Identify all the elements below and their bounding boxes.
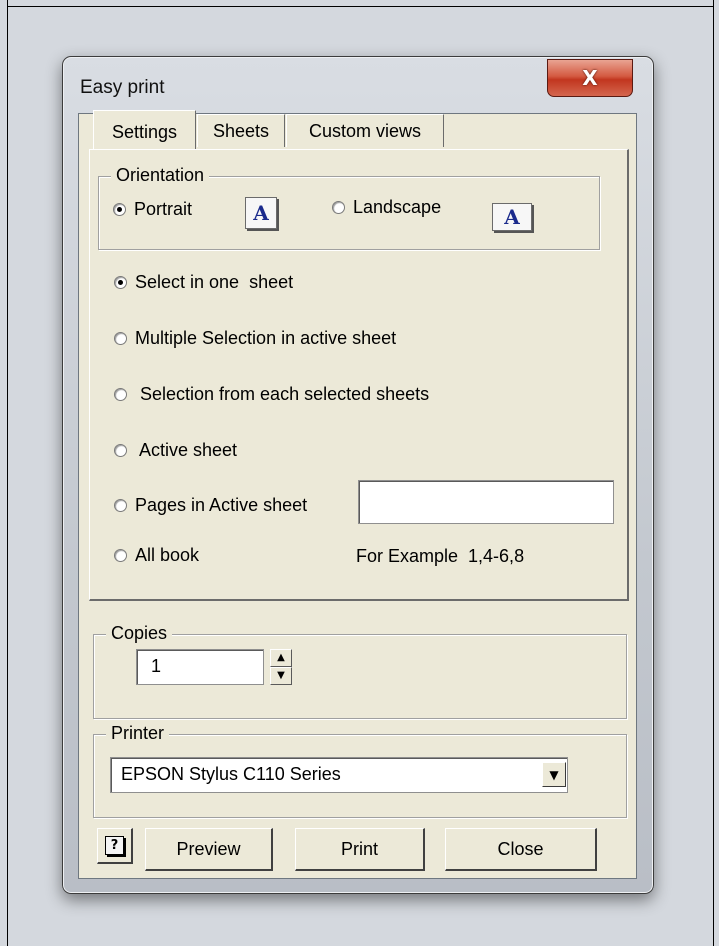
printer-dropdown-arrow[interactable]: ▼ [542, 762, 566, 787]
orientation-group: Orientation Portrait A Landscape A [98, 165, 600, 250]
portrait-icon-glyph: A [253, 201, 269, 225]
tab-sheets[interactable]: Sheets [197, 114, 285, 147]
option-label: Pages in Active sheet [135, 495, 308, 515]
print-button[interactable]: Print [295, 828, 425, 871]
landscape-radio[interactable]: Landscape [332, 197, 441, 218]
copies-legend: Copies [106, 623, 173, 644]
radio-select-in-one-sheet[interactable]: Select in one sheet [114, 272, 293, 293]
landscape-icon-glyph: A [504, 205, 520, 229]
close-button[interactable]: Close [445, 828, 597, 871]
option-label: Multiple Selection in active sheet [135, 328, 397, 348]
radio-active-sheet[interactable]: Active sheet [114, 440, 237, 461]
pages-input[interactable] [358, 480, 614, 524]
pages-example-text: For Example 1,4-6,8 [356, 546, 525, 566]
option-label: All book [135, 545, 200, 565]
frame-left [7, 0, 8, 946]
radio-all-book[interactable]: All book [114, 545, 199, 566]
close-icon: X [582, 66, 598, 90]
dialog-client-area: Settings Sheets Custom views Orientation… [78, 110, 637, 879]
radio-selection-each-sheet[interactable]: Selection from each selected sheets [114, 384, 429, 405]
printer-group: Printer EPSON Stylus C110 Series ▼ [93, 723, 627, 818]
copies-input[interactable]: 1 [136, 649, 264, 685]
orientation-legend: Orientation [111, 165, 210, 186]
printer-select[interactable]: EPSON Stylus C110 Series [110, 757, 568, 793]
portrait-radio-dot[interactable] [113, 203, 126, 216]
frame-top [7, 6, 714, 7]
dialog-title: Easy print [80, 77, 165, 98]
help-button[interactable]: ? [97, 828, 133, 864]
radio-multiple-selection[interactable]: Multiple Selection in active sheet [114, 328, 396, 349]
portrait-radio[interactable]: Portrait [113, 199, 192, 220]
chevron-down-icon: ▼ [549, 767, 559, 782]
radio-dot[interactable] [114, 276, 127, 289]
spin-up-button[interactable]: ▲ [270, 649, 292, 667]
copies-group: Copies 1 ▲ ▼ [93, 623, 627, 719]
option-label: Select in one sheet [135, 272, 294, 292]
help-icon: ? [105, 836, 124, 855]
radio-dot[interactable] [114, 499, 127, 512]
radio-dot[interactable] [114, 444, 127, 457]
landscape-radio-dot[interactable] [332, 201, 345, 214]
spin-down-button[interactable]: ▼ [270, 667, 292, 685]
close-window-button[interactable]: X [547, 59, 633, 97]
option-label: Selection from each selected sheets [135, 384, 430, 404]
portrait-label: Portrait [134, 199, 193, 219]
tab-custom-views[interactable]: Custom views [286, 114, 444, 147]
tab-settings[interactable]: Settings [93, 110, 196, 149]
option-label: Active sheet [135, 440, 238, 460]
copies-spinner[interactable]: ▲ ▼ [270, 649, 292, 685]
radio-dot[interactable] [114, 332, 127, 345]
radio-pages-in-active-sheet[interactable]: Pages in Active sheet [114, 495, 307, 516]
landscape-icon: A [492, 203, 532, 231]
landscape-label: Landscape [353, 197, 442, 217]
easy-print-dialog: Easy print X Settings Sheets Custom view… [62, 56, 654, 894]
frame-right [713, 0, 714, 946]
preview-button[interactable]: Preview [145, 828, 273, 871]
printer-legend: Printer [106, 723, 170, 744]
settings-tab-page: Orientation Portrait A Landscape A Selec… [89, 149, 629, 601]
radio-dot[interactable] [114, 549, 127, 562]
portrait-icon: A [245, 197, 277, 229]
radio-dot[interactable] [114, 388, 127, 401]
